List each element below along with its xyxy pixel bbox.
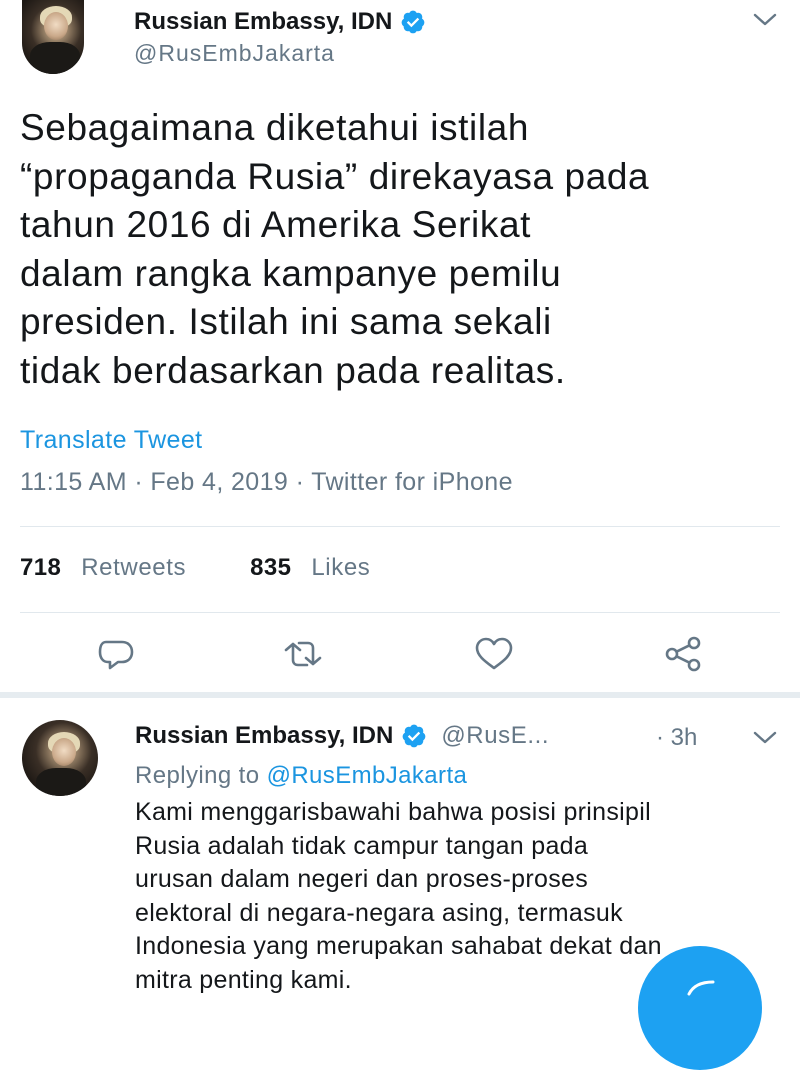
likes-stat[interactable]: 835 Likes (250, 554, 370, 582)
verified-badge-icon (402, 724, 426, 748)
verified-badge-icon (401, 10, 425, 34)
like-label: Likes (311, 554, 371, 581)
tweet-text: Sebagaimana diketahui istilah “propagand… (20, 104, 790, 395)
author-handle[interactable]: @RusEmbJakarta (134, 40, 335, 67)
reply-timestamp: · 3h (656, 724, 698, 751)
replying-to: Replying to @RusEmbJakarta (135, 762, 467, 790)
reply-text-line: Kami menggarisbawahi bahwa posisi prinsi… (135, 798, 651, 826)
compose-tweet-icon (687, 980, 715, 996)
heart-icon[interactable] (474, 636, 514, 672)
retweet-icon[interactable] (283, 636, 323, 672)
chevron-down-icon[interactable] (752, 12, 778, 28)
divider (20, 526, 780, 527)
avatar[interactable] (22, 720, 98, 796)
like-count: 835 (250, 554, 292, 581)
author-name[interactable]: Russian Embassy, IDN (134, 8, 392, 36)
avatar[interactable] (22, 0, 84, 74)
share-icon[interactable] (664, 636, 704, 672)
section-separator (0, 692, 800, 698)
tweet-meta: 11:15 AM · Feb 4, 2019 · Twitter for iPh… (20, 468, 513, 496)
reply-author-handle[interactable]: @RusE... (441, 722, 549, 750)
tweet-text-line: dalam rangka kampanye pemilu (20, 252, 562, 294)
reply-text-line: Rusia adalah tidak campur tangan pada (135, 831, 589, 860)
reply-icon[interactable] (96, 636, 136, 672)
tweet-text-line: tahun 2016 di Amerika Serikat (20, 204, 532, 245)
compose-tweet-button[interactable] (638, 946, 762, 1070)
reply-author-row[interactable]: Russian Embassy, IDN @RusE... (135, 722, 549, 750)
tweet-stats: 718 Retweets 835 Likes (20, 554, 370, 582)
translate-tweet-link[interactable]: Translate Tweet (20, 426, 202, 455)
reply-text-line: urusan dalam negeri dan proses-proses (135, 865, 589, 893)
tweet-text-line: presiden. Istilah ini sama sekali (20, 301, 552, 342)
tweet-text-line: “propaganda Rusia” direkayasa pada (20, 155, 650, 197)
divider (20, 612, 780, 613)
reply-text-line: elektoral di negara-negara asing, termas… (135, 898, 623, 927)
retweet-count: 718 (20, 554, 62, 581)
chevron-down-icon[interactable] (752, 730, 778, 746)
retweet-label: Retweets (81, 554, 187, 581)
tweet-text-line: Sebagaimana diketahui istilah (20, 107, 530, 148)
retweets-stat[interactable]: 718 Retweets (20, 554, 186, 582)
tweet-text-line: tidak berdasarkan pada realitas. (20, 349, 566, 391)
reply-author-name[interactable]: Russian Embassy, IDN (135, 722, 393, 750)
replying-to-handle-link[interactable]: @RusEmbJakarta (267, 762, 468, 789)
author-name-row[interactable]: Russian Embassy, IDN (134, 8, 426, 36)
replying-to-label: Replying to (135, 762, 260, 789)
